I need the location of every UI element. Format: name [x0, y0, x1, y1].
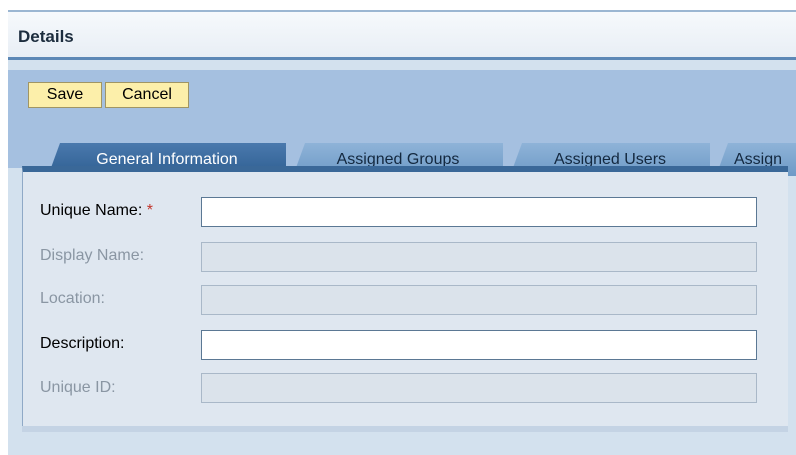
description-field[interactable] [201, 330, 757, 360]
cancel-button[interactable]: Cancel [105, 82, 189, 108]
description-label: Description: [40, 335, 125, 352]
unique-id-label: Unique ID: [40, 379, 116, 396]
location-field [201, 285, 757, 315]
form-bottom-border [22, 426, 788, 432]
unique-name-field[interactable] [201, 197, 757, 227]
title-bar: Details [8, 10, 796, 60]
toolbar: Save Cancel [8, 70, 796, 118]
tab-strip: General Information Assigned Groups Assi… [8, 118, 796, 176]
location-label: Location: [40, 290, 105, 307]
page-title: Details [18, 27, 74, 46]
unique-name-label-text: Unique Name: [40, 202, 143, 219]
display-name-field [201, 242, 757, 272]
unique-name-label: Unique Name: * [40, 202, 153, 220]
save-button[interactable]: Save [28, 82, 102, 108]
required-marker: * [146, 202, 153, 219]
unique-id-field [201, 373, 757, 403]
general-information-form: Unique Name: * Display Name: Location: D… [22, 166, 788, 426]
display-name-label: Display Name: [40, 247, 145, 264]
